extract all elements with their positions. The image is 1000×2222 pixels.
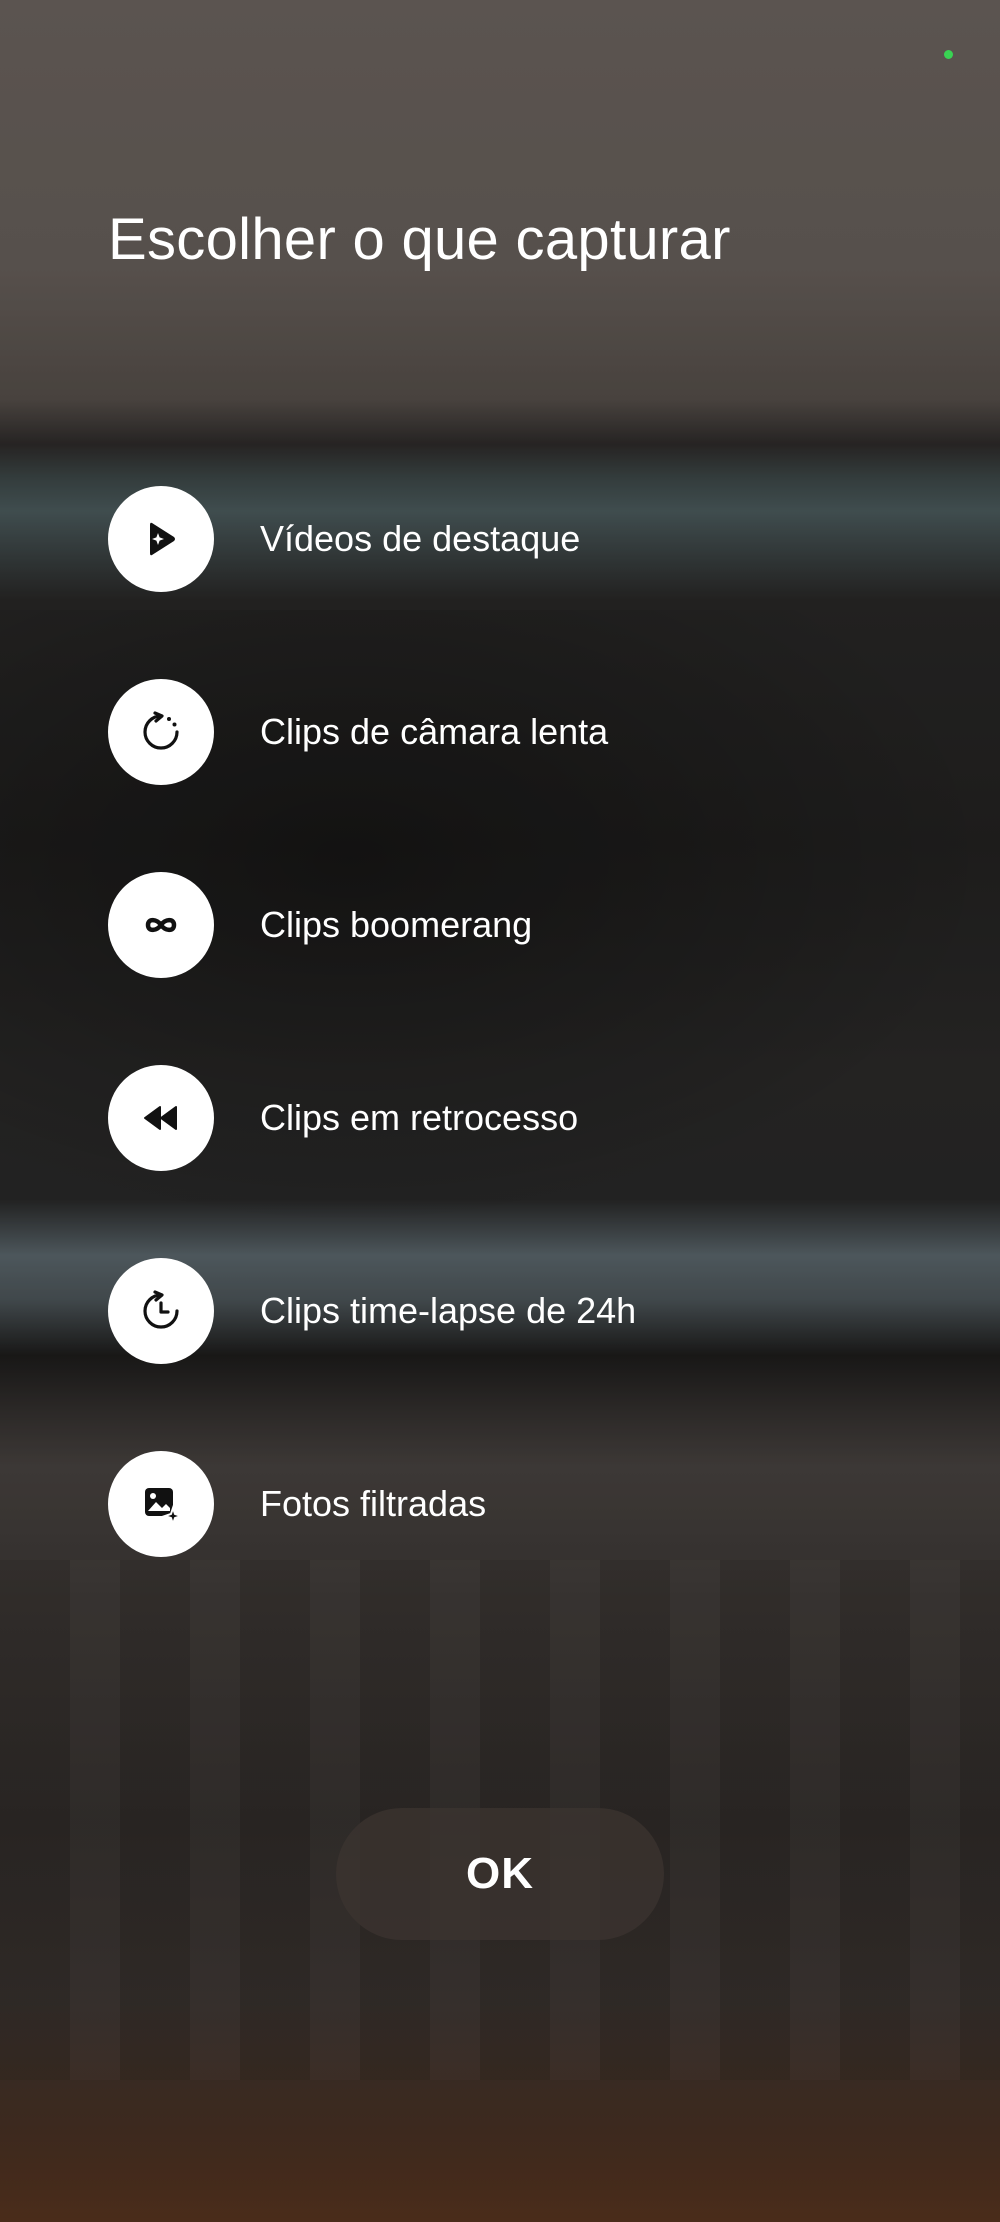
- camera-in-use-indicator: [944, 50, 953, 59]
- filtered-photo-icon: [108, 1451, 214, 1557]
- option-label: Clips boomerang: [260, 904, 533, 945]
- option-highlight-videos[interactable]: Vídeos de destaque: [108, 486, 908, 592]
- option-label: Fotos filtradas: [260, 1483, 487, 1524]
- dialog-title: Escolher o que capturar: [108, 207, 731, 272]
- option-boomerang[interactable]: Clips boomerang: [108, 872, 908, 978]
- option-reverse[interactable]: Clips em retrocesso: [108, 1065, 908, 1171]
- option-timelapse[interactable]: Clips time-lapse de 24h: [108, 1258, 908, 1364]
- option-label: Clips time-lapse de 24h: [260, 1290, 637, 1331]
- infinity-icon: [108, 872, 214, 978]
- slow-motion-icon: [108, 679, 214, 785]
- capture-options-dialog: Escolher o que capturar Vídeos de destaq…: [0, 0, 1000, 2222]
- option-label: Vídeos de destaque: [260, 518, 581, 559]
- capture-options-list: Vídeos de destaque Clips de câmara lenta…: [108, 486, 908, 1557]
- option-slow-motion[interactable]: Clips de câmara lenta: [108, 679, 908, 785]
- highlight-video-icon: [108, 486, 214, 592]
- ok-button[interactable]: OK: [336, 1808, 664, 1940]
- option-filtered-photos[interactable]: Fotos filtradas: [108, 1451, 908, 1557]
- option-label: Clips de câmara lenta: [260, 711, 609, 752]
- rewind-icon: [108, 1065, 214, 1171]
- timelapse-clock-icon: [108, 1258, 214, 1364]
- option-label: Clips em retrocesso: [260, 1097, 579, 1138]
